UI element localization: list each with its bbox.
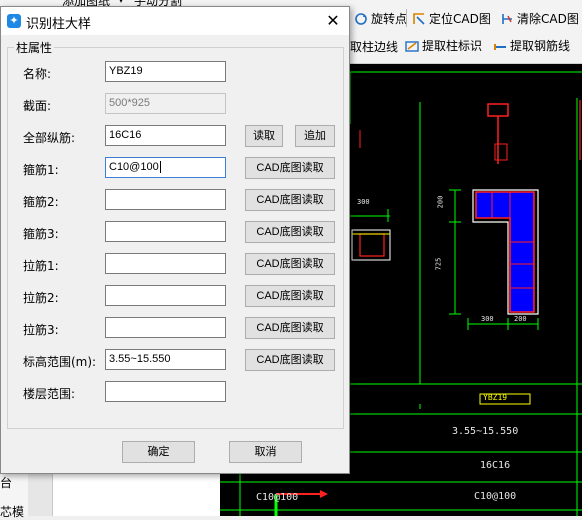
close-button[interactable]: ✕ [317, 7, 349, 35]
locate-cad-button[interactable]: 定位CAD图 [412, 10, 491, 27]
app-icon: ✦ [7, 14, 21, 28]
elevation-cad-read-button[interactable]: CAD底图读取 [245, 349, 335, 371]
clear-icon [500, 12, 514, 26]
stirrup3-cad-read-button[interactable]: CAD底图读取 [245, 221, 335, 243]
stirrup3-label: 箍筋3: [23, 227, 59, 241]
text-caret [159, 161, 161, 174]
elevation-input[interactable]: 3.55~15.550 [105, 349, 226, 370]
elevation-label: 标高范围(m): [23, 355, 97, 369]
floor-range-input[interactable] [105, 381, 226, 402]
read-button[interactable]: 读取 [245, 125, 283, 147]
table-height-text: 3.55~15.550 [452, 426, 519, 437]
extract-column-mark-label: 提取柱标识 [422, 39, 483, 53]
extract-rebar-line-label: 提取钢筋线 [510, 39, 571, 53]
dialog-title: 识别柱大样 [26, 17, 92, 32]
stirrup1-input[interactable]: C10@100 [105, 157, 226, 178]
append-button[interactable]: 追加 [295, 125, 335, 147]
clear-cad-label: 清除CAD图 [517, 12, 579, 26]
side-label-1: 台 [0, 476, 13, 490]
dim-label-vertical: 725 [434, 257, 443, 271]
extract-column-mark-button[interactable]: 提取柱标识 [405, 37, 482, 54]
stirrup3-input[interactable] [105, 221, 226, 242]
tie2-input[interactable] [105, 285, 226, 306]
extract-rebar-line-button[interactable]: 提取钢筋线 [493, 37, 570, 54]
ok-button[interactable]: 确定 [122, 441, 195, 463]
toolbar-separator [406, 9, 407, 27]
dialog-titlebar[interactable]: ✦ 识别柱大样 ✕ [1, 7, 349, 35]
rebar-line-icon [493, 39, 507, 53]
locate-cad-label: 定位CAD图 [429, 12, 491, 26]
dim-label-bottom-left: 300 [481, 315, 494, 323]
stirrup1-value: C10@100 [109, 161, 159, 173]
tie3-cad-read-button[interactable]: CAD底图读取 [245, 317, 335, 339]
extract-column-edge-button[interactable]: 取柱边线 [350, 38, 398, 55]
extract-column-edge-label: 取柱边线 [350, 40, 399, 54]
cancel-button[interactable]: 取消 [229, 441, 302, 463]
side-label-2: 芯模 [0, 505, 25, 519]
locate-icon [412, 12, 426, 26]
table-stirrup-text-left: C10@100 [256, 492, 299, 503]
tie1-label: 拉筋1: [23, 259, 59, 273]
name-label: 名称: [23, 67, 52, 81]
clear-cad-button[interactable]: 清除CAD图 [500, 10, 579, 27]
stirrup1-cad-read-button[interactable]: CAD底图读取 [245, 157, 335, 179]
table-stirrup-text: C10@100 [474, 491, 517, 502]
table-bars-text: 16C16 [480, 460, 511, 471]
tie2-cad-read-button[interactable]: CAD底图读取 [245, 285, 335, 307]
tie1-cad-read-button[interactable]: CAD底图读取 [245, 253, 335, 275]
section-label: 截面: [23, 99, 52, 113]
toolbar-row-1: 旋转点 定位CAD图 清除CAD图 [350, 0, 582, 36]
rotate-point-label: 旋转点 [371, 12, 408, 26]
stirrup2-input[interactable] [105, 189, 226, 210]
recognize-column-detail-dialog: ✦ 识别柱大样 ✕ 柱属性 名称: YBZ19 截面: 500*925 全部纵筋… [0, 6, 350, 474]
all-bars-input[interactable]: 16C16 [105, 125, 226, 146]
dim-label-vertical-top: 200 [436, 195, 445, 209]
tie2-label: 拉筋2: [23, 291, 59, 305]
floor-range-label: 楼层范围: [23, 387, 76, 401]
rotate-point-button[interactable]: 旋转点 [354, 10, 407, 27]
section-input: 500*925 [105, 93, 226, 114]
table-name-text: YBZ19 [483, 393, 508, 402]
tie3-input[interactable] [105, 317, 226, 338]
all-bars-label: 全部纵筋: [23, 131, 76, 145]
rotate-icon [354, 12, 368, 26]
dim-label-bottom-right: 200 [514, 315, 527, 323]
stirrup1-label: 箍筋1: [23, 163, 59, 177]
tie3-label: 拉筋3: [23, 323, 59, 337]
dim-label-left: 300 [357, 198, 370, 206]
tie1-input[interactable] [105, 253, 226, 274]
stirrup2-label: 箍筋2: [23, 195, 59, 209]
column-mark-icon [405, 39, 419, 53]
group-title: 柱属性 [14, 39, 55, 56]
stirrup2-cad-read-button[interactable]: CAD底图读取 [245, 189, 335, 211]
toolbar-row-2: 取柱边线 提取柱标识 提取钢筋线 [350, 36, 582, 64]
name-input[interactable]: YBZ19 [105, 61, 226, 82]
